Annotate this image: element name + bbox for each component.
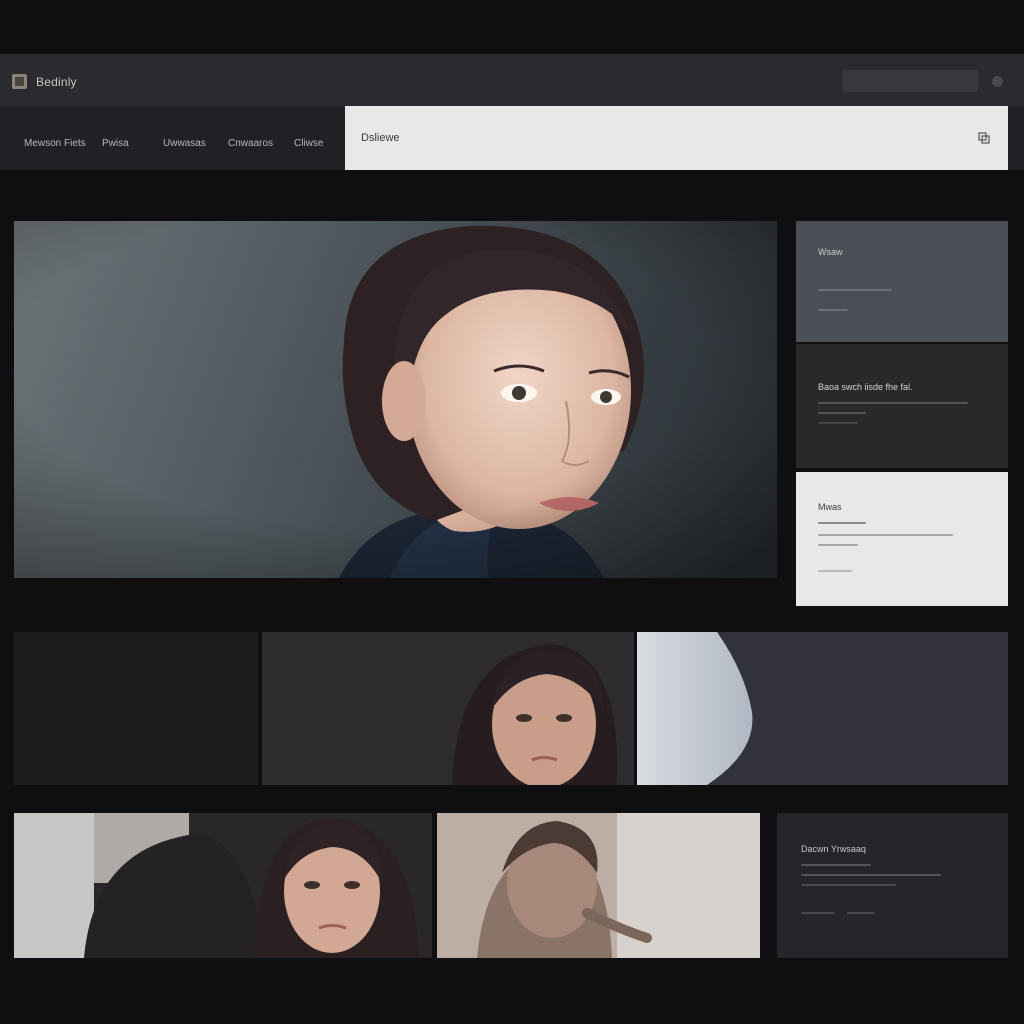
nav-item-4[interactable]: Cnwaaros (228, 138, 273, 149)
thumbnail-4-portrait (14, 813, 419, 958)
user-icon[interactable] (992, 76, 1003, 87)
search-input[interactable] (345, 106, 1008, 170)
nav-item-5[interactable]: Cliwse (294, 138, 323, 149)
thumbnail-1[interactable] (14, 632, 258, 785)
card-3-line (818, 522, 866, 524)
card-2-line (818, 422, 858, 424)
card-3-line (818, 570, 852, 572)
thumbnail-3[interactable] (637, 632, 1008, 785)
info-card-2[interactable]: Baoa swch iisde fhe fal. (796, 344, 1008, 468)
card-1-line (818, 309, 848, 311)
thumbnail-2-portrait (452, 644, 618, 785)
info-card-1[interactable]: Wsaw (796, 221, 1008, 342)
card-4-line (801, 912, 835, 914)
thumbnail-5-portrait (477, 813, 760, 958)
nav-item-1[interactable]: Mewson Fiets (24, 138, 86, 149)
card-1-title: Wsaw (818, 247, 843, 257)
card-3-line (818, 534, 953, 536)
nav-item-3[interactable]: Uwwasas (163, 138, 206, 149)
info-card-3[interactable]: Mwas (796, 472, 1008, 606)
thumbnail-2[interactable] (262, 632, 634, 785)
card-4-line (801, 874, 941, 876)
card-3-line (818, 544, 858, 546)
thumbnail-5[interactable] (437, 813, 760, 958)
card-2-line (818, 412, 866, 414)
card-4-line (847, 912, 876, 914)
hero-portrait-image[interactable] (14, 221, 777, 578)
thumbnail-3-silhouette (637, 632, 1008, 785)
card-4-title: Dacwn Yrwsaaq (801, 844, 866, 854)
thumbnail-4[interactable] (14, 813, 432, 958)
top-search-field[interactable] (842, 70, 978, 92)
card-2-title: Baoa swch iisde fhe fal. (818, 382, 913, 392)
app-logo-icon (12, 74, 27, 89)
portrait-illustration (14, 221, 777, 578)
search-icon[interactable] (978, 132, 990, 144)
app-title: Bedinly (36, 75, 77, 89)
info-card-4[interactable]: Dacwn Yrwsaaq (777, 813, 1008, 958)
card-4-line (801, 884, 896, 886)
card-2-line (818, 402, 968, 404)
card-3-title: Mwas (818, 502, 842, 512)
nav-item-2[interactable]: Pwisa (102, 138, 129, 149)
app-title-bar: Bedinly (0, 54, 1024, 106)
card-4-line (801, 864, 871, 866)
card-1-line (818, 289, 892, 291)
